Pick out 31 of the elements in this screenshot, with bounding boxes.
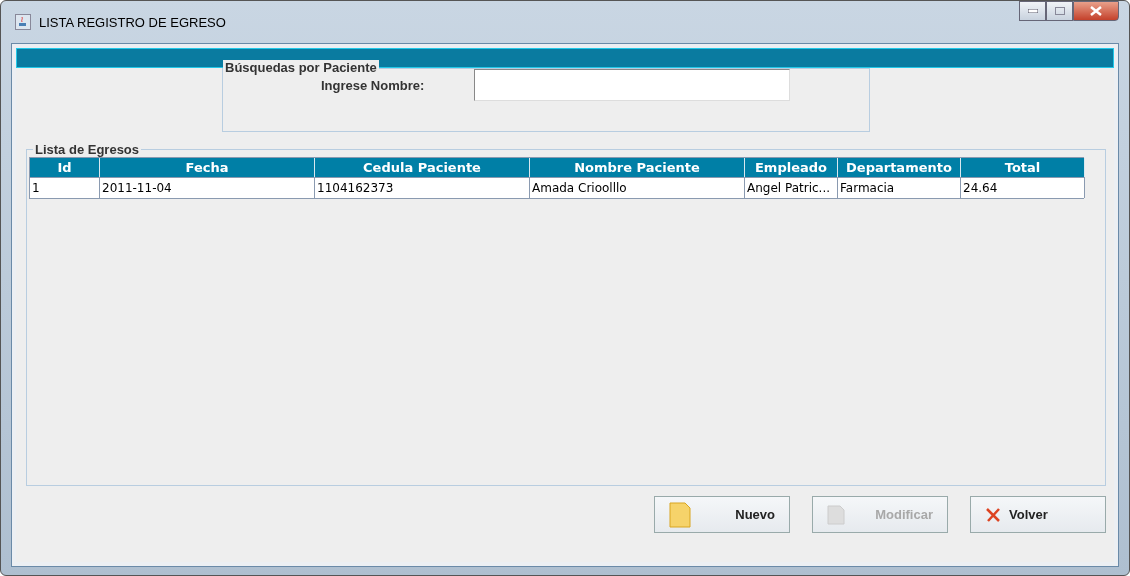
table-cell: Amada Crioolllo bbox=[530, 177, 745, 198]
column-header[interactable]: Id bbox=[30, 158, 100, 177]
table-cell: 1 bbox=[30, 177, 100, 198]
column-header[interactable]: Fecha bbox=[100, 158, 315, 177]
back-button[interactable]: Volver bbox=[970, 496, 1106, 533]
minimize-icon bbox=[1027, 9, 1038, 13]
column-header[interactable]: Empleado bbox=[745, 158, 838, 177]
column-header[interactable]: Cedula Paciente bbox=[315, 158, 530, 177]
name-input-field[interactable] bbox=[474, 69, 791, 101]
close-icon bbox=[1090, 6, 1102, 16]
column-header[interactable]: Departamento bbox=[838, 158, 961, 177]
group-title: Lista de Egresos bbox=[34, 142, 141, 157]
new-button[interactable]: Nuevo bbox=[654, 496, 790, 533]
close-button[interactable] bbox=[1073, 1, 1119, 21]
document-icon bbox=[827, 504, 845, 525]
table-cell: 1104162373 bbox=[315, 177, 530, 198]
maximize-button[interactable] bbox=[1046, 1, 1073, 21]
coffee-cup-icon bbox=[15, 14, 31, 30]
table-cell: Angel Patric... bbox=[745, 177, 838, 198]
window-title: LISTA REGISTRO DE EGRESO bbox=[39, 14, 227, 30]
table-cell: 24.64 bbox=[961, 177, 1085, 198]
close-icon bbox=[985, 506, 1001, 523]
minimize-button[interactable] bbox=[1019, 1, 1046, 21]
table-cell: Farmacia bbox=[838, 177, 961, 198]
maximize-icon bbox=[1054, 7, 1065, 15]
column-header[interactable]: Total bbox=[961, 158, 1085, 177]
column-header[interactable]: Nombre Paciente bbox=[530, 158, 745, 177]
group-title: Búsquedas por Paciente bbox=[223, 60, 379, 75]
document-icon bbox=[669, 501, 691, 528]
field-label: Ingrese Nombre: bbox=[321, 77, 425, 93]
table-cell: 2011-11-04 bbox=[100, 177, 315, 198]
